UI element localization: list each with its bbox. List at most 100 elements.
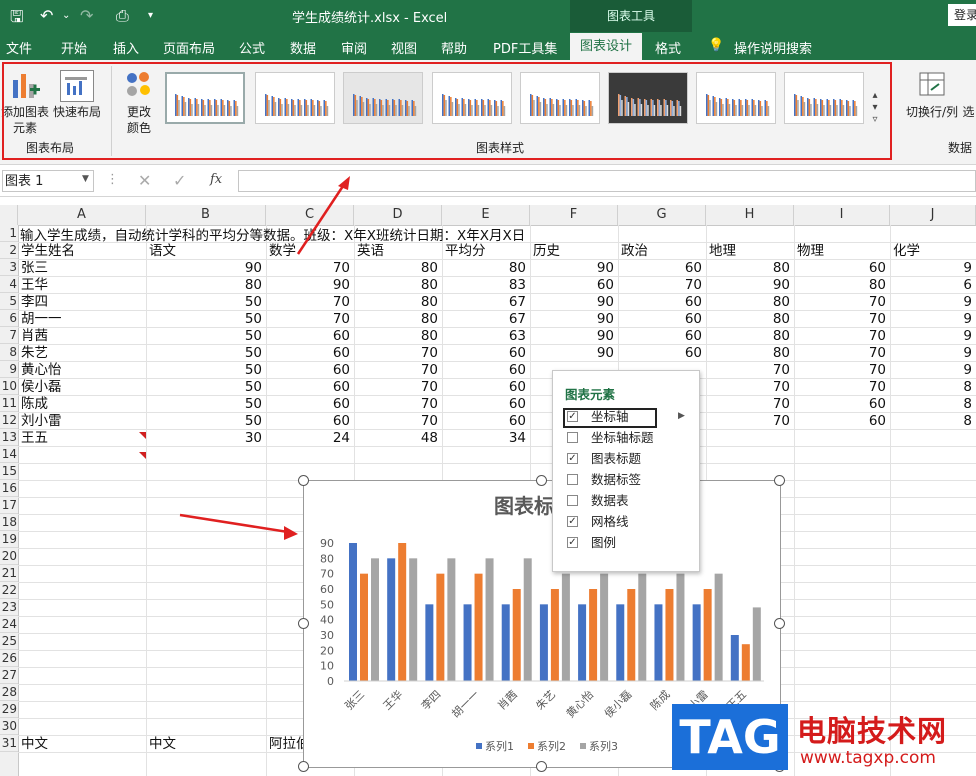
select-all-corner[interactable]: [0, 205, 18, 225]
name-box-dropdown-icon[interactable]: ▼: [82, 174, 89, 184]
row-header[interactable]: 28: [0, 684, 18, 701]
chart-bar-2[interactable]: [665, 589, 674, 681]
tab-help[interactable]: 帮助: [441, 38, 467, 57]
tab-file[interactable]: 文件: [6, 38, 32, 57]
row-header[interactable]: 7: [0, 327, 18, 344]
checkbox[interactable]: ✓: [567, 411, 578, 422]
resize-handle[interactable]: [536, 761, 547, 772]
column-header[interactable]: B: [146, 205, 266, 225]
checkbox[interactable]: ✓: [567, 453, 578, 464]
cell[interactable]: 60: [442, 362, 530, 379]
cell[interactable]: 70: [794, 379, 890, 396]
cell[interactable]: 90: [706, 277, 794, 294]
row-header[interactable]: 20: [0, 548, 18, 565]
chart-bar-2[interactable]: [474, 573, 483, 681]
chart-bar-1[interactable]: [578, 604, 587, 681]
chart-bar-3[interactable]: [714, 573, 723, 681]
chart-bar-1[interactable]: [387, 558, 396, 681]
cell[interactable]: 80: [354, 328, 442, 345]
tab-formulas[interactable]: 公式: [239, 38, 265, 57]
cell[interactable]: 90: [530, 260, 618, 277]
cell[interactable]: 50: [146, 362, 266, 379]
cell[interactable]: 90: [530, 311, 618, 328]
column-header[interactable]: I: [794, 205, 890, 225]
row-header[interactable]: 21: [0, 565, 18, 582]
row-header[interactable]: 31: [0, 735, 18, 752]
cell[interactable]: 语文: [149, 243, 176, 260]
cell[interactable]: 物理: [797, 243, 824, 260]
chart-bar-1[interactable]: [501, 604, 510, 681]
cell[interactable]: 80: [706, 328, 794, 345]
chart-bar-3[interactable]: [447, 558, 456, 681]
cell[interactable]: 9: [890, 311, 976, 328]
cell[interactable]: 70: [354, 396, 442, 413]
row-header[interactable]: 17: [0, 497, 18, 514]
cancel-icon[interactable]: ✕: [138, 171, 151, 190]
undo-icon[interactable]: ↶: [40, 6, 53, 25]
cell[interactable]: 50: [146, 328, 266, 345]
cell[interactable]: 50: [146, 413, 266, 430]
cell[interactable]: 刘小雷: [21, 413, 62, 430]
cell[interactable]: 80: [354, 294, 442, 311]
cell[interactable]: 9: [890, 328, 976, 345]
cell[interactable]: 80: [442, 260, 530, 277]
cell[interactable]: 60: [618, 294, 706, 311]
cell[interactable]: 中文: [21, 736, 48, 753]
row-header[interactable]: 4: [0, 276, 18, 293]
resize-handle[interactable]: [774, 618, 785, 629]
row-header[interactable]: 13: [0, 429, 18, 446]
cell[interactable]: 平均分: [445, 243, 486, 260]
cell[interactable]: 60: [442, 345, 530, 362]
chart-bar-3[interactable]: [676, 573, 685, 681]
chart-bar-2[interactable]: [589, 589, 598, 681]
tab-insert[interactable]: 插入: [113, 38, 139, 57]
cell[interactable]: 70: [354, 379, 442, 396]
cell[interactable]: 80: [794, 277, 890, 294]
cell[interactable]: 70: [706, 379, 794, 396]
column-header[interactable]: C: [266, 205, 354, 225]
cell[interactable]: 肖茜: [21, 328, 48, 345]
row-header[interactable]: 18: [0, 514, 18, 531]
chart-bar-3[interactable]: [752, 607, 761, 681]
cell[interactable]: 90: [530, 328, 618, 345]
switch-row-column-button[interactable]: 切换行/列: [902, 104, 962, 120]
row-header[interactable]: 23: [0, 599, 18, 616]
cell[interactable]: 60: [266, 362, 354, 379]
row-header[interactable]: 16: [0, 480, 18, 497]
cell[interactable]: 30: [146, 430, 266, 447]
cell[interactable]: 50: [146, 379, 266, 396]
cell[interactable]: 80: [706, 311, 794, 328]
tell-me-search[interactable]: 操作说明搜索: [734, 38, 812, 57]
chart-title[interactable]: 图表标: [494, 494, 554, 518]
enter-icon[interactable]: ✓: [173, 171, 186, 190]
cell[interactable]: 80: [354, 311, 442, 328]
name-box[interactable]: 图表 1: [2, 170, 94, 192]
print-preview-icon[interactable]: ⎙: [116, 6, 129, 26]
cell[interactable]: 地理: [709, 243, 736, 260]
cell[interactable]: 67: [442, 311, 530, 328]
chart-bar-3[interactable]: [409, 558, 418, 681]
cell[interactable]: 60: [794, 260, 890, 277]
cell[interactable]: 60: [618, 311, 706, 328]
cell[interactable]: 63: [442, 328, 530, 345]
cell[interactable]: 70: [794, 345, 890, 362]
checkbox[interactable]: [567, 432, 578, 443]
cell[interactable]: 80: [706, 294, 794, 311]
cell[interactable]: 80: [354, 277, 442, 294]
cell[interactable]: 英语: [357, 243, 384, 260]
tab-view[interactable]: 视图: [391, 38, 417, 57]
customize-toolbar-icon[interactable]: ▾: [148, 10, 153, 21]
cell[interactable]: 70: [794, 311, 890, 328]
chart-bar-2[interactable]: [550, 589, 559, 681]
cell[interactable]: 90: [266, 277, 354, 294]
cell[interactable]: 80: [146, 277, 266, 294]
legend-entry[interactable]: 系列1: [485, 739, 514, 753]
cell[interactable]: 9: [890, 260, 976, 277]
cell[interactable]: 60: [794, 396, 890, 413]
row-header[interactable]: 26: [0, 650, 18, 667]
submenu-arrow-icon[interactable]: ▶: [678, 411, 685, 421]
cell[interactable]: 70: [266, 260, 354, 277]
resize-handle[interactable]: [298, 761, 309, 772]
cell[interactable]: 67: [442, 294, 530, 311]
row-header[interactable]: 22: [0, 582, 18, 599]
